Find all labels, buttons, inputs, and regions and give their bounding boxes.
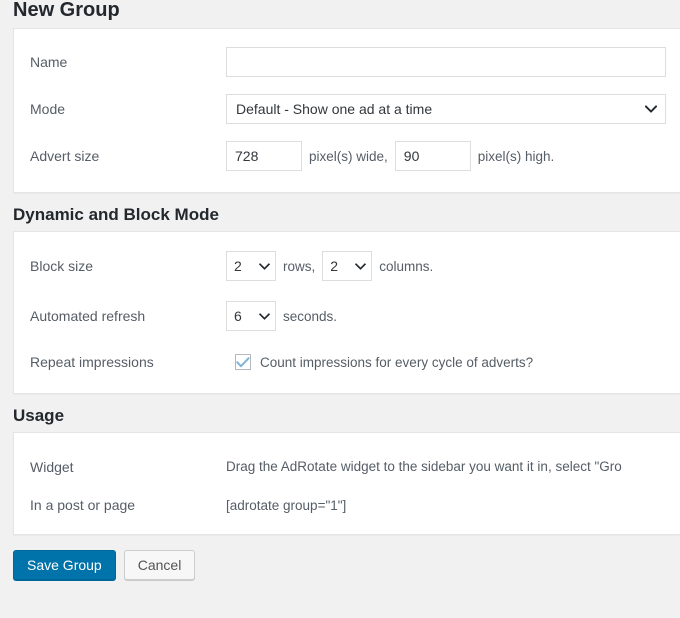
field-name xyxy=(226,47,680,77)
name-input[interactable] xyxy=(226,47,666,77)
row-automated-refresh: Automated refresh 6 seconds. xyxy=(14,291,680,341)
row-mode: Mode Default - Show one ad at a time xyxy=(14,85,680,132)
dynamic-block-heading: Dynamic and Block Mode xyxy=(13,205,219,224)
row-repeat-impressions: Repeat impressions Count impressions for… xyxy=(14,341,680,383)
check-icon xyxy=(236,356,250,367)
automated-refresh-value: 6 xyxy=(234,308,242,324)
field-mode: Default - Show one ad at a time xyxy=(226,93,680,124)
label-usage-shortcode: In a post or page xyxy=(30,497,136,513)
advert-height-unit: pixel(s) high. xyxy=(477,148,555,164)
repeat-impressions-checkbox-wrap[interactable]: Count impressions for every cycle of adv… xyxy=(226,354,533,370)
block-rows-value: 2 xyxy=(234,258,242,274)
field-usage-widget: Drag the AdRotate widget to the sidebar … xyxy=(226,459,680,474)
advert-width-unit: pixel(s) wide, xyxy=(309,148,388,164)
repeat-impressions-checkbox-label: Count impressions for every cycle of adv… xyxy=(260,354,534,370)
new-group-page: New Group Name Mode Default - Show one a… xyxy=(0,0,680,618)
mode-select-value: Default - Show one ad at a time xyxy=(236,100,433,117)
field-automated-refresh: 6 seconds. xyxy=(226,301,680,331)
save-group-button[interactable]: Save Group xyxy=(13,550,116,580)
repeat-impressions-checkbox[interactable] xyxy=(235,354,251,370)
row-block-size: Block size 2 rows, 2 columns. xyxy=(14,241,680,291)
label-advert-size: Advert size xyxy=(30,148,100,164)
usage-shortcode-value: [adrotate group="1"] xyxy=(226,497,347,513)
field-usage-shortcode: [adrotate group="1"] xyxy=(226,498,680,513)
field-repeat-impressions: Count impressions for every cycle of adv… xyxy=(226,354,680,370)
label-name: Name xyxy=(30,54,68,70)
row-usage-shortcode: In a post or page [adrotate group="1"] xyxy=(14,489,680,521)
block-columns-select[interactable]: 2 xyxy=(322,251,373,281)
block-columns-value: 2 xyxy=(330,258,339,274)
label-usage-widget: Widget xyxy=(30,458,74,475)
usage-widget-value: Drag the AdRotate widget to the sidebar … xyxy=(226,459,622,474)
form-actions: Save Group Cancel xyxy=(0,535,680,580)
field-advert-size: pixel(s) wide, pixel(s) high. xyxy=(226,141,680,171)
usage-heading: Usage xyxy=(13,406,65,425)
usage-panel: Widget Drag the AdRotate widget to the s… xyxy=(13,432,680,535)
block-rows-select[interactable]: 2 xyxy=(226,251,276,281)
advert-width-input[interactable] xyxy=(226,141,302,171)
label-automated-refresh: Automated refresh xyxy=(30,308,146,324)
row-advert-size: Advert size pixel(s) wide, pixel(s) high… xyxy=(14,132,680,180)
row-name: Name xyxy=(14,39,680,85)
general-settings-panel: Name Mode Default - Show one ad at a tim… xyxy=(13,28,680,193)
field-block-size: 2 rows, 2 columns. xyxy=(226,251,680,281)
label-repeat-impressions: Repeat impressions xyxy=(30,354,154,370)
row-usage-widget: Widget Drag the AdRotate widget to the s… xyxy=(14,444,680,489)
automated-refresh-select[interactable]: 6 xyxy=(226,301,276,331)
block-columns-unit: columns. xyxy=(379,258,434,274)
cancel-button[interactable]: Cancel xyxy=(123,550,196,580)
mode-select[interactable]: Default - Show one ad at a time xyxy=(226,93,666,124)
label-mode: Mode xyxy=(30,100,66,117)
advert-height-input[interactable] xyxy=(394,141,471,171)
label-block-size: Block size xyxy=(30,258,94,274)
block-rows-unit: rows, xyxy=(283,258,316,274)
page-title: New Group xyxy=(13,0,120,21)
dynamic-block-panel: Block size 2 rows, 2 columns. Automated … xyxy=(13,231,680,394)
automated-refresh-unit: seconds. xyxy=(283,308,338,324)
